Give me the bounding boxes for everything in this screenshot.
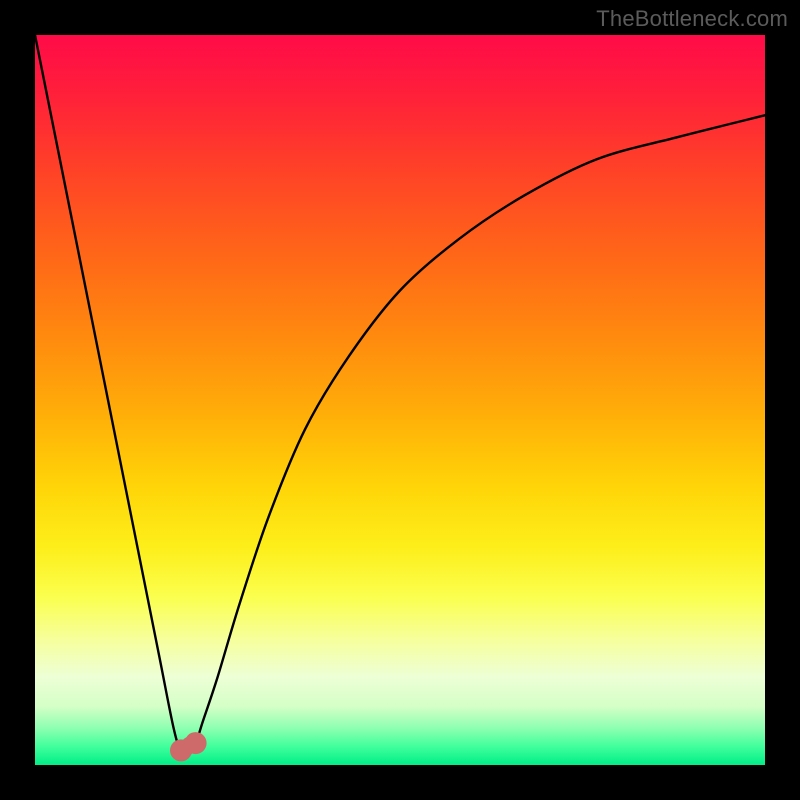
chart-frame: TheBottleneck.com: [0, 0, 800, 800]
curve-layer: [35, 35, 765, 765]
plot-area: [35, 35, 765, 765]
valley-marker: [185, 732, 207, 754]
attribution-label: TheBottleneck.com: [596, 6, 788, 32]
bottleneck-curve: [35, 35, 765, 752]
